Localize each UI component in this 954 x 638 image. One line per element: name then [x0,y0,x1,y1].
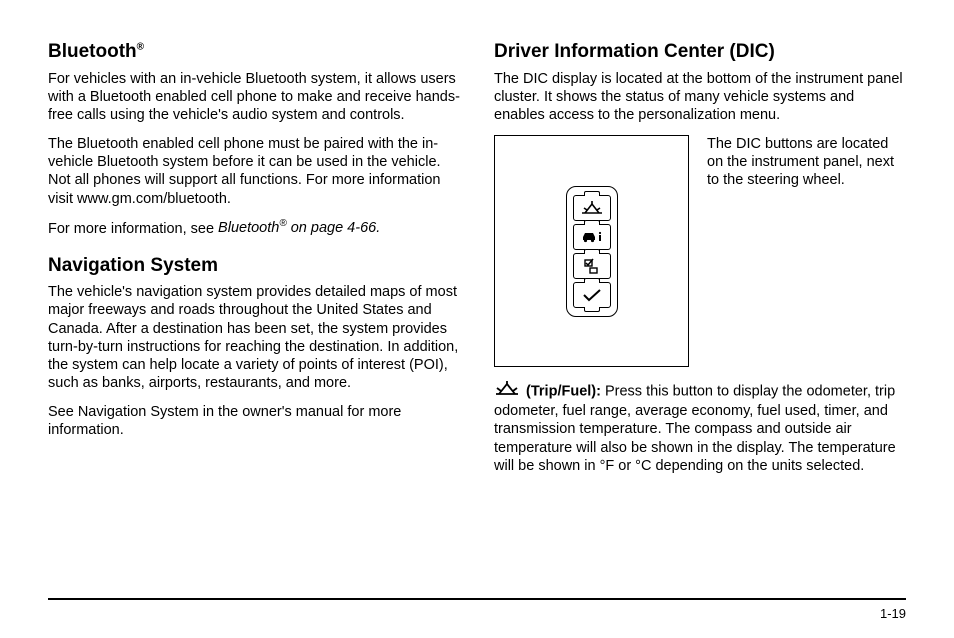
trip-fuel-inline-icon [494,381,520,402]
bluetooth-p3-lead: For more information, see [48,220,218,236]
footer-rule [48,598,906,600]
bluetooth-p3: For more information, see Bluetooth® on … [48,219,460,238]
bluetooth-ref-text: Bluetooth [218,220,279,236]
set-reset-button [573,282,611,308]
tripfuel-paragraph: (Trip/Fuel): Press this button to displa… [494,381,906,475]
dic-figure-row: The DIC buttons are located on the instr… [494,135,906,367]
navigation-p2: See Navigation System in the owner's man… [48,403,460,439]
bluetooth-heading: Bluetooth® [48,40,460,64]
registered-mark: ® [137,42,144,53]
bluetooth-ref-sup: ® [279,219,286,230]
customization-icon [581,258,603,274]
trip-fuel-icon [580,200,604,216]
dic-button-figure [494,135,689,367]
bluetooth-heading-text: Bluetooth [48,41,137,62]
trip-fuel-button [573,195,611,221]
navigation-heading: Navigation System [48,254,460,278]
vehicle-info-icon [579,229,605,245]
dic-button-panel [566,186,618,317]
page-number: 1-19 [880,606,906,622]
bluetooth-p2: The Bluetooth enabled cell phone must be… [48,135,460,208]
checkmark-icon [581,288,603,302]
bluetooth-ref-tail: on page 4-66. [287,220,381,236]
dic-p1: The DIC display is located at the bottom… [494,70,906,124]
left-column: Bluetooth® For vehicles with an in-vehic… [48,38,460,486]
customization-button [573,253,611,279]
tripfuel-label: (Trip/Fuel): [526,384,601,400]
navigation-p1: The vehicle's navigation system provides… [48,283,460,392]
right-column: Driver Information Center (DIC) The DIC … [494,38,906,486]
bluetooth-p1: For vehicles with an in-vehicle Bluetoot… [48,70,460,124]
bluetooth-ref-italic: Bluetooth® on page 4-66. [218,220,380,236]
dic-figure-caption: The DIC buttons are located on the instr… [707,135,906,189]
vehicle-info-button [573,224,611,250]
two-column-layout: Bluetooth® For vehicles with an in-vehic… [48,38,906,486]
dic-heading: Driver Information Center (DIC) [494,40,906,64]
